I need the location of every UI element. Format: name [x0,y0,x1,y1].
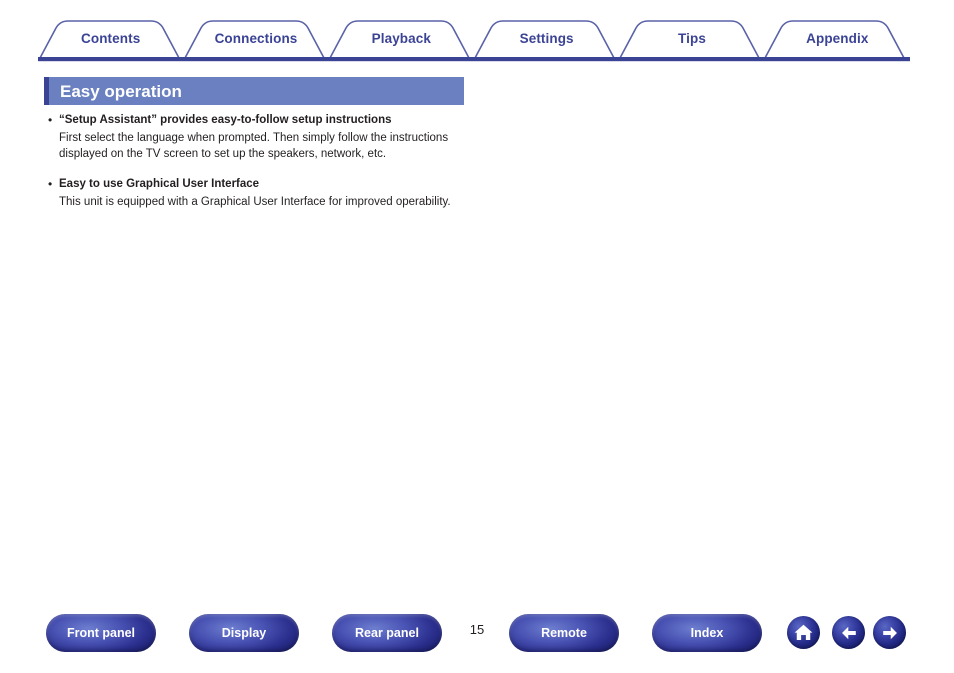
list-item: • “Setup Assistant” provides easy-to-fol… [48,112,478,162]
list-item: • Easy to use Graphical User Interface T… [48,176,478,211]
tab-list: Contents Connections Playback Settings T… [38,18,910,58]
bullet-body: This unit is equipped with a Graphical U… [59,196,451,208]
bottom-navigation: Front panel Display Rear panel 15 Remote… [0,614,954,660]
tab-connections-label: Connections [214,30,298,46]
arrow-right-icon[interactable] [873,616,906,649]
page-number: 15 [469,622,485,637]
arrow-left-glyph [841,626,856,639]
tab-connections[interactable]: Connections [183,18,328,58]
front-panel-button[interactable]: Front panel [46,614,156,652]
remote-button[interactable]: Remote [509,614,619,652]
tab-contents[interactable]: Contents [38,18,183,58]
tab-tips-label: Tips [678,30,706,46]
home-glyph [794,624,813,641]
display-button[interactable]: Display [189,614,299,652]
bullet-icon: • [48,177,53,191]
rear-panel-label: Rear panel [355,626,419,640]
rear-panel-button[interactable]: Rear panel [332,614,442,652]
bullet-title: Easy to use Graphical User Interface [59,178,260,190]
tab-playback-label: Playback [371,30,431,46]
display-label: Display [221,626,267,640]
index-button[interactable]: Index [652,614,762,652]
front-panel-label: Front panel [66,626,136,640]
remote-label: Remote [541,626,587,640]
tab-tips[interactable]: Tips [619,18,764,58]
content-body: • “Setup Assistant” provides easy-to-fol… [48,112,478,225]
page-title: Easy operation [44,77,464,105]
tab-contents-label: Contents [81,30,141,46]
index-label: Index [690,626,724,640]
arrow-right-glyph [882,626,897,639]
home-icon[interactable] [787,616,820,649]
tab-settings-label: Settings [519,30,574,46]
page-title-text: Easy operation [60,81,182,101]
bullet-icon: • [48,113,53,127]
tab-playback[interactable]: Playback [329,18,474,58]
bullet-heading-row: • Easy to use Graphical User Interface [48,176,478,192]
bullet-body: First select the language when prompted.… [59,132,449,160]
arrow-left-icon[interactable] [832,616,865,649]
bullet-heading-row: • “Setup Assistant” provides easy-to-fol… [48,112,478,128]
tab-bar: Contents Connections Playback Settings T… [38,18,910,62]
tab-appendix-label: Appendix [806,30,869,46]
tab-settings[interactable]: Settings [474,18,619,58]
bullet-title: “Setup Assistant” provides easy-to-follo… [59,114,392,126]
tab-appendix[interactable]: Appendix [765,18,910,58]
